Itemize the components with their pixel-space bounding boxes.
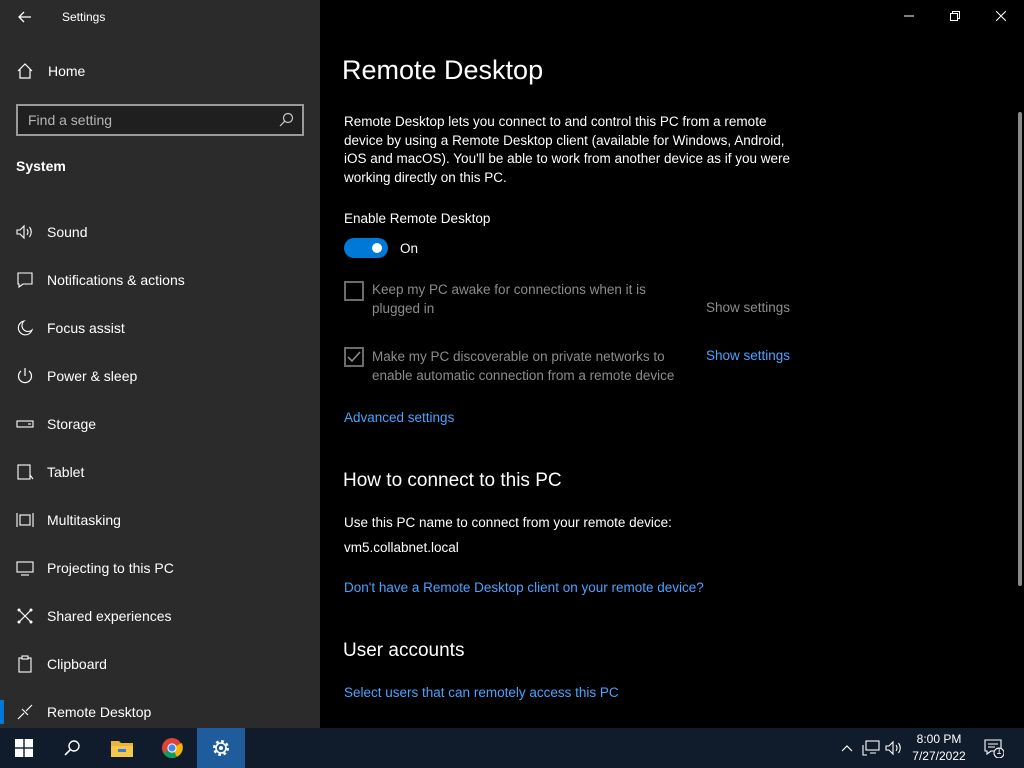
chevron-up-icon [841, 745, 853, 752]
settings-taskbar-button[interactable] [197, 728, 245, 768]
moon-icon [17, 320, 34, 336]
sidebar: Settings Home Find a setting System Soun… [0, 0, 320, 728]
start-button[interactable] [0, 728, 48, 768]
back-arrow-icon [18, 11, 31, 23]
speaker-icon [16, 224, 32, 240]
network-button[interactable] [861, 738, 881, 758]
sidebar-item-home[interactable]: Home [16, 62, 85, 80]
sidebar-item-storage[interactable]: Storage [0, 400, 320, 448]
user-accounts-heading: User accounts [343, 640, 465, 661]
keep-awake-show-settings-link[interactable]: Show settings [706, 300, 790, 315]
multitasking-icon [16, 513, 34, 527]
scrollbar[interactable] [1018, 112, 1022, 586]
search-icon[interactable] [278, 112, 294, 128]
chrome-button[interactable] [148, 728, 196, 768]
minimize-icon [904, 15, 914, 17]
home-icon [17, 63, 33, 79]
connect-description: Use this PC name to connect from your re… [344, 515, 672, 530]
restore-icon [950, 11, 960, 21]
sidebar-item-sound[interactable]: Sound [0, 208, 320, 256]
toggle-knob [372, 243, 382, 253]
sidebar-item-label: Clipboard [47, 656, 107, 672]
search-icon [64, 740, 80, 756]
keep-awake-checkbox[interactable] [344, 281, 364, 301]
remote-desktop-icon [17, 704, 33, 720]
sidebar-item-tablet[interactable]: Tablet [0, 448, 320, 496]
restore-button[interactable] [932, 0, 978, 32]
enable-remote-desktop-label: Enable Remote Desktop [344, 211, 491, 226]
toggle-state-label: On [400, 241, 419, 256]
get-client-link[interactable]: Don't have a Remote Desktop client on yo… [344, 580, 704, 595]
sidebar-item-label: Shared experiences [47, 608, 172, 624]
sidebar-item-label: Multitasking [47, 512, 121, 528]
checkmark-icon [347, 351, 361, 363]
volume-button[interactable] [884, 738, 904, 758]
action-center-button[interactable]: 1 [982, 738, 1006, 758]
taskbar: 8:00 PM 7/27/2022 1 [0, 728, 1024, 768]
sidebar-item-focus-assist[interactable]: Focus assist [0, 304, 320, 352]
sidebar-item-notifications[interactable]: Notifications & actions [0, 256, 320, 304]
minimize-button[interactable] [886, 0, 932, 32]
sidebar-item-label: Projecting to this PC [47, 560, 174, 576]
discoverable-checkbox[interactable] [344, 347, 364, 367]
sidebar-item-label: Remote Desktop [47, 704, 152, 720]
search-input[interactable]: Find a setting [16, 104, 304, 136]
speaker-icon [885, 740, 901, 756]
sidebar-item-label: Tablet [47, 464, 85, 480]
taskbar-search-button[interactable] [48, 728, 96, 768]
clipboard-icon [18, 655, 32, 673]
storage-icon [16, 420, 34, 428]
sidebar-item-label: Notifications & actions [47, 272, 185, 288]
file-explorer-button[interactable] [98, 728, 146, 768]
sidebar-item-projecting[interactable]: Projecting to this PC [0, 544, 320, 592]
close-button[interactable] [978, 0, 1024, 32]
notification-count-badge: 1 [996, 746, 1002, 756]
sidebar-item-label: Power & sleep [47, 368, 138, 384]
gear-icon [213, 740, 229, 756]
clock-time: 8:00 PM [916, 732, 962, 746]
shared-experiences-icon [17, 608, 33, 624]
network-icon [862, 740, 880, 756]
keep-awake-label: Keep my PC awake for connections when it… [372, 282, 646, 316]
pc-name: vm5.collabnet.local [344, 540, 459, 555]
advanced-settings-link[interactable]: Advanced settings [344, 410, 454, 425]
discoverable-label: Make my PC discoverable on private netwo… [372, 349, 675, 383]
enable-remote-desktop-toggle[interactable] [344, 238, 388, 258]
sidebar-item-shared-experiences[interactable]: Shared experiences [0, 592, 320, 640]
sidebar-item-label: Sound [47, 224, 88, 240]
sidebar-item-power-sleep[interactable]: Power & sleep [0, 352, 320, 400]
close-icon [996, 11, 1006, 21]
sidebar-nav: Sound Notifications & actions Focus assi… [0, 208, 320, 736]
sidebar-item-label: Home [48, 63, 86, 79]
window-title: Settings [62, 10, 106, 24]
projecting-icon [16, 561, 34, 576]
sidebar-item-label: Focus assist [47, 320, 125, 336]
discoverable-show-settings-link[interactable]: Show settings [706, 348, 790, 363]
show-hidden-icons-button[interactable] [837, 738, 857, 758]
notifications-icon [17, 272, 33, 289]
sidebar-item-clipboard[interactable]: Clipboard [0, 640, 320, 688]
clock-date: 7/27/2022 [912, 749, 966, 763]
section-label: System [16, 158, 66, 174]
taskbar-clock[interactable]: 8:00 PM 7/27/2022 [904, 731, 974, 765]
page-title: Remote Desktop [342, 55, 544, 85]
folder-icon [111, 741, 133, 757]
select-users-link[interactable]: Select users that can remotely access th… [344, 685, 619, 700]
connect-heading: How to connect to this PC [343, 470, 562, 491]
page-description: Remote Desktop lets you connect to and c… [344, 114, 791, 185]
sidebar-item-label: Storage [47, 416, 97, 432]
chrome-icon [162, 738, 183, 759]
sidebar-item-multitasking[interactable]: Multitasking [0, 496, 320, 544]
back-button[interactable] [14, 6, 36, 28]
windows-logo-icon [15, 739, 33, 757]
tablet-icon [17, 464, 34, 480]
search-placeholder: Find a setting [28, 112, 113, 128]
power-icon [17, 368, 33, 384]
